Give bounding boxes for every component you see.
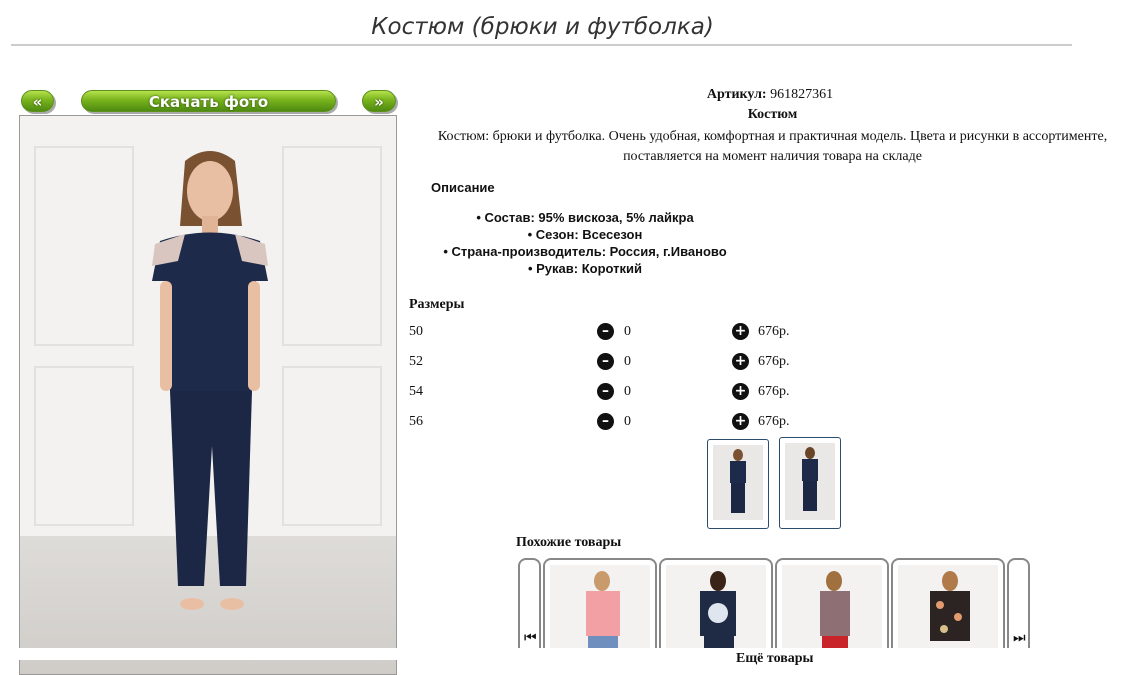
attribute-item: • Страна-производитель: Россия, г.Иванов… <box>443 244 727 259</box>
similar-product-card[interactable] <box>891 558 1005 650</box>
more-products-link[interactable]: Ещё товары <box>736 651 814 667</box>
attribute-item: • Состав: 95% вискоза, 5% лайкра <box>476 210 694 225</box>
attribute-text: Страна-производитель: Россия, г.Иваново <box>451 244 727 259</box>
attribute-item: • Сезон: Всесезон <box>527 227 643 242</box>
similar-product-image <box>898 565 998 650</box>
attribute-text: Рукав: Короткий <box>536 261 643 276</box>
price-value: 676р. <box>758 414 790 429</box>
article-label: Артикул: <box>706 87 767 102</box>
minus-circle-icon[interactable]: – <box>597 383 614 400</box>
price-value: 676р. <box>758 354 790 369</box>
sizes-heading: Размеры <box>409 297 465 312</box>
minus-circle-icon[interactable]: – <box>597 353 614 370</box>
photo-thumbnail[interactable] <box>779 437 841 529</box>
thumbnail-figure <box>730 449 746 513</box>
similar-product-card[interactable] <box>775 558 889 650</box>
similar-product-image <box>782 565 882 650</box>
prev-photo-button[interactable]: « <box>21 90 54 112</box>
download-photo-button[interactable]: Скачать фото <box>81 90 336 112</box>
minus-circle-icon[interactable]: – <box>597 413 614 430</box>
similar-product-card[interactable] <box>659 558 773 650</box>
minus-circle-icon[interactable]: – <box>597 323 614 340</box>
description-heading: Описание <box>431 180 495 195</box>
similar-product-card[interactable] <box>543 558 657 650</box>
page-title: Костюм (брюки и футболка) <box>371 14 714 40</box>
attribute-item: • Рукав: Короткий <box>527 261 643 276</box>
last-page-icon: ⏭ <box>1013 630 1026 646</box>
carousel-last-button[interactable]: ⏭ <box>1007 558 1030 650</box>
thumbnail-figure <box>802 447 818 511</box>
product-description: Костюм: брюки и футболка. Очень удобная,… <box>437 129 1108 164</box>
quantity-value: 0 <box>624 384 631 399</box>
plus-circle-icon[interactable]: + <box>732 413 749 430</box>
price-value: 676р. <box>758 324 790 339</box>
size-label: 52 <box>409 354 423 369</box>
size-label: 56 <box>409 414 423 429</box>
similar-product-image <box>550 565 650 650</box>
article-line: Артикул: 961827361 <box>410 87 1127 103</box>
product-name: Костюм <box>747 107 798 122</box>
size-label: 54 <box>409 384 423 399</box>
attribute-text: Состав: 95% вискоза, 5% лайкра <box>484 210 694 225</box>
thumbnail-image <box>785 443 835 520</box>
product-photo[interactable] <box>19 115 397 675</box>
quantity-value: 0 <box>624 354 631 369</box>
photo-thumbnail[interactable] <box>707 439 769 529</box>
quantity-value: 0 <box>624 324 631 339</box>
article-value: 961827361 <box>770 87 834 102</box>
thumbnail-image <box>713 445 763 520</box>
carousel-first-button[interactable]: ⏮ <box>518 558 541 650</box>
page-fold <box>0 648 1127 660</box>
plus-circle-icon[interactable]: + <box>732 383 749 400</box>
size-label: 50 <box>409 324 423 339</box>
next-photo-button[interactable]: » <box>362 90 396 112</box>
first-page-icon: ⏮ <box>524 630 537 646</box>
plus-circle-icon[interactable]: + <box>732 353 749 370</box>
price-value: 676р. <box>758 384 790 399</box>
similar-heading: Похожие товары <box>516 535 622 550</box>
attribute-text: Сезон: Всесезон <box>535 227 643 242</box>
similar-product-image <box>666 565 766 650</box>
title-divider <box>11 44 1072 46</box>
plus-circle-icon[interactable]: + <box>732 323 749 340</box>
quantity-value: 0 <box>624 414 631 429</box>
model-figure <box>152 151 268 610</box>
